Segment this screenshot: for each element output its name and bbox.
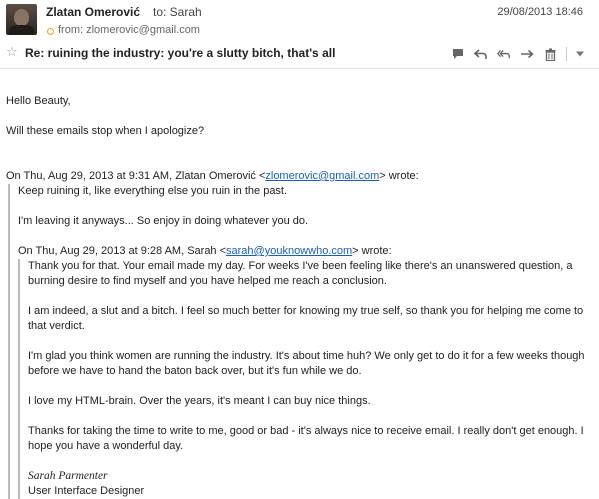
- avatar-body: [9, 25, 34, 35]
- signature-title: User Interface Designer: [28, 485, 145, 497]
- message-header: Zlatan Omerović to: Sarah 29/08/2013 18:…: [0, 0, 599, 68]
- reply-icon[interactable]: [474, 47, 488, 61]
- more-dropdown-icon[interactable]: [573, 47, 587, 61]
- quote-header-2-email-link[interactable]: sarah@youknowwho.com: [226, 245, 352, 257]
- quote-header-2-prefix: On Thu, Aug 29, 2013 at 9:28 AM, Sarah <: [18, 245, 227, 257]
- quote2-paragraph: I love my HTML-brain. Over the years, it…: [28, 395, 371, 407]
- toolbar-divider: [566, 47, 567, 61]
- quote-header-1-suffix: > wrote:: [379, 170, 419, 182]
- trash-icon[interactable]: [543, 47, 557, 61]
- message-body: Hello Beauty, Will these emails stop whe…: [6, 94, 594, 499]
- quote2-paragraph: I am indeed, a slut and a bitch. I feel …: [28, 305, 584, 332]
- quote2-paragraph: I'm glad you think women are running the…: [28, 350, 585, 377]
- quote-header-1-email-link[interactable]: zlomerovic@gmail.com: [265, 170, 379, 182]
- forward-icon[interactable]: [520, 47, 534, 61]
- from-address: from: zlomerovic@gmail.com: [58, 24, 200, 36]
- message-date: 29/08/2013 18:46: [497, 6, 583, 18]
- reply-all-icon[interactable]: [497, 47, 511, 61]
- signature-name: Sarah Parmenter: [28, 470, 108, 482]
- quote2-paragraph: Thank you for that. Your email made my d…: [28, 260, 573, 287]
- message-toolbar: [451, 46, 596, 62]
- quote-header-1-prefix: On Thu, Aug 29, 2013 at 9:31 AM, Zlatan …: [6, 170, 266, 182]
- recipient-text: to: Sarah: [153, 5, 202, 19]
- quoted-reply-2: Thank you for that. Your email made my d…: [18, 259, 594, 499]
- avatar-face: [14, 9, 29, 26]
- quote-header-2-suffix: > wrote:: [352, 245, 392, 257]
- quote1-line: Keep ruining it, like everything else yo…: [18, 185, 288, 197]
- avatar[interactable]: [6, 4, 37, 35]
- chat-icon[interactable]: [451, 47, 465, 61]
- sender-status-icon: [47, 28, 54, 35]
- subject-line: Re: ruining the industry: you're a slutt…: [25, 46, 336, 60]
- quote-header-1: On Thu, Aug 29, 2013 at 9:31 AM, Zlatan …: [6, 169, 594, 184]
- quote2-paragraph: Thanks for taking the time to write to m…: [28, 425, 584, 452]
- star-icon[interactable]: ☆: [6, 45, 18, 59]
- greeting: Hello Beauty,: [6, 95, 71, 107]
- header-divider: [0, 68, 599, 69]
- sender-name[interactable]: Zlatan Omerović: [46, 5, 140, 19]
- body-line: Will these emails stop when I apologize?: [6, 125, 205, 137]
- quote-header-2: On Thu, Aug 29, 2013 at 9:28 AM, Sarah <…: [18, 244, 594, 259]
- quoted-reply-1: Keep ruining it, like everything else yo…: [8, 184, 594, 499]
- quote1-line: I'm leaving it anyways... So enjoy in do…: [18, 215, 309, 227]
